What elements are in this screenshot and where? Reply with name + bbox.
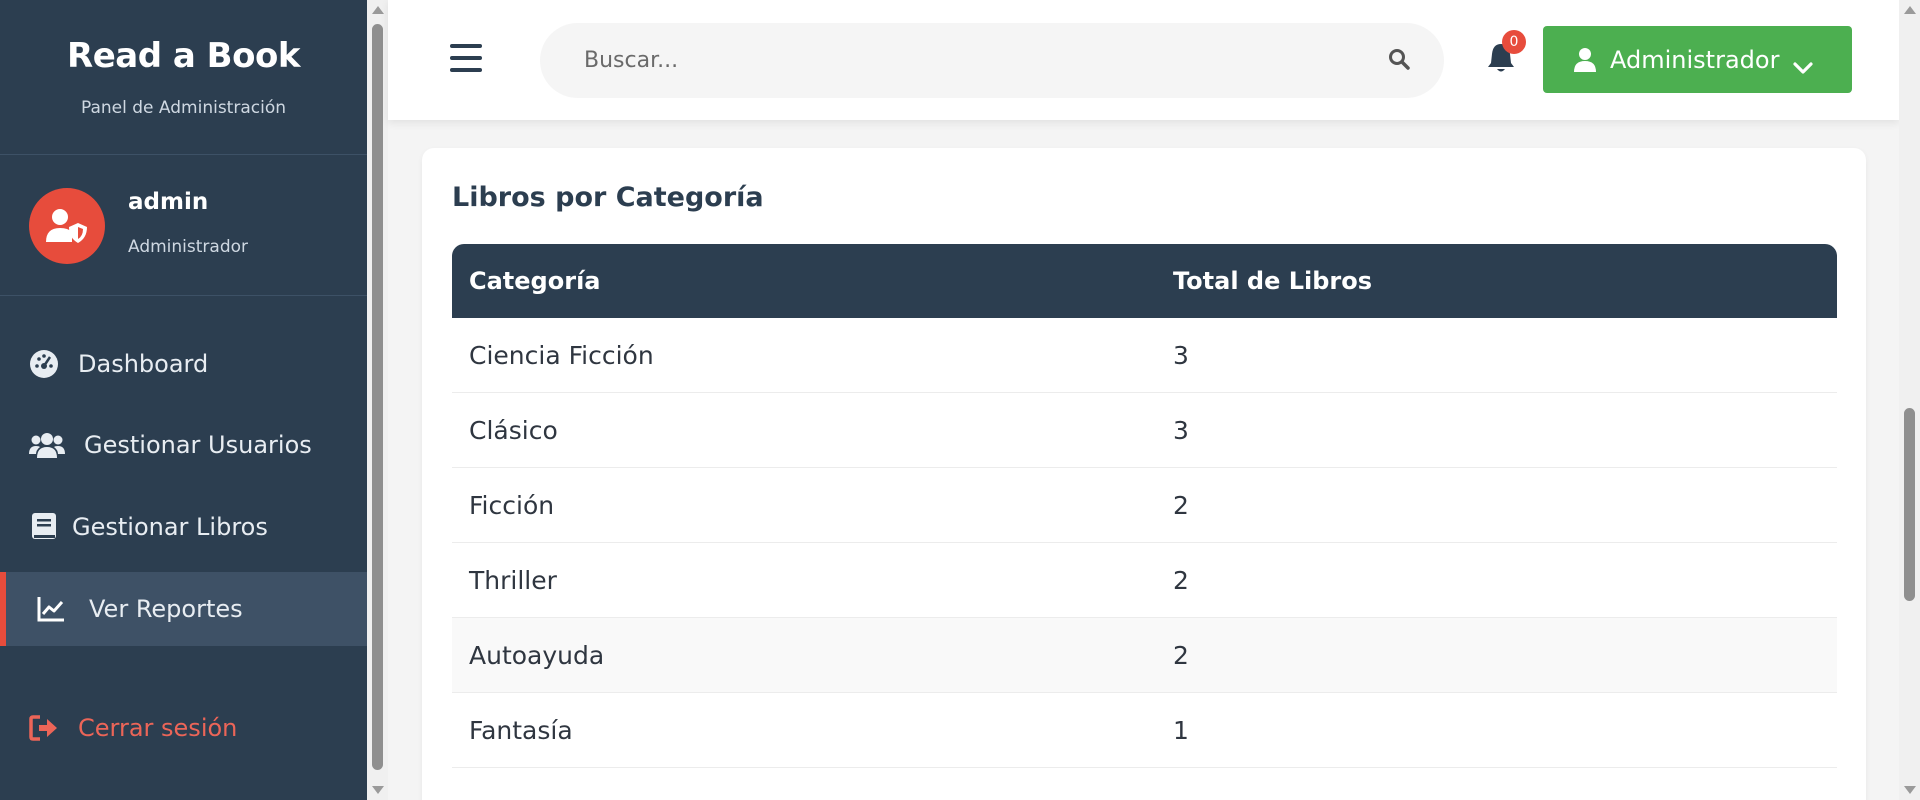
cell-total: 2 bbox=[1173, 490, 1189, 520]
cell-total: 2 bbox=[1173, 640, 1189, 670]
cell-total: 2 bbox=[1173, 565, 1189, 595]
account-menu-button[interactable]: Administrador bbox=[1543, 26, 1852, 93]
cell-category: Clásico bbox=[469, 415, 558, 445]
search-input[interactable] bbox=[540, 23, 1444, 98]
column-header-category: Categoría bbox=[469, 267, 601, 295]
table-header: Categoría Total de Libros bbox=[452, 244, 1837, 318]
sidebar-item-label: Gestionar Libros bbox=[72, 513, 268, 541]
table-row: Ficción 2 bbox=[452, 468, 1837, 543]
scroll-up-arrow-icon[interactable] bbox=[1904, 6, 1916, 14]
brand: Read a Book Panel de Administración bbox=[0, 0, 367, 155]
page-scrollbar[interactable] bbox=[1899, 0, 1920, 800]
sidebar-item-label: Gestionar Usuarios bbox=[84, 431, 312, 459]
user-name: admin bbox=[128, 189, 209, 215]
logout-button[interactable]: Cerrar sesión bbox=[0, 691, 367, 765]
category-table: Categoría Total de Libros Ciencia Ficció… bbox=[452, 244, 1837, 768]
users-icon bbox=[28, 429, 66, 461]
user-profile: admin Administrador bbox=[0, 155, 367, 296]
table-row: Ciencia Ficción 3 bbox=[452, 318, 1837, 393]
table-row: Thriller 2 bbox=[452, 543, 1837, 618]
sidebar-item-dashboard[interactable]: Dashboard bbox=[0, 327, 367, 401]
search-icon[interactable] bbox=[1388, 48, 1412, 72]
cell-category: Fantasía bbox=[469, 715, 573, 745]
user-icon bbox=[1574, 47, 1596, 72]
account-label: Administrador bbox=[1610, 45, 1780, 74]
sidebar-scrollbar[interactable] bbox=[367, 0, 388, 800]
scrollbar-thumb[interactable] bbox=[372, 24, 383, 770]
scroll-down-arrow-icon[interactable] bbox=[1904, 786, 1916, 794]
sidebar-item-books[interactable]: Gestionar Libros bbox=[0, 490, 367, 564]
logout-label: Cerrar sesión bbox=[78, 714, 238, 742]
sidebar-item-users[interactable]: Gestionar Usuarios bbox=[0, 408, 367, 482]
scroll-down-arrow-icon[interactable] bbox=[372, 786, 384, 794]
sidebar-item-reports[interactable]: Ver Reportes bbox=[0, 572, 367, 646]
sidebar: Read a Book Panel de Administración admi… bbox=[0, 0, 367, 800]
table-row: Clásico 3 bbox=[452, 393, 1837, 468]
table-row: Autoayuda 2 bbox=[452, 618, 1837, 693]
scrollbar-thumb[interactable] bbox=[1904, 408, 1915, 601]
dashboard-gauge-icon bbox=[28, 348, 60, 380]
chevron-down-icon bbox=[1793, 53, 1814, 74]
cell-category: Thriller bbox=[469, 565, 557, 595]
cell-total: 1 bbox=[1173, 715, 1189, 745]
sign-out-icon bbox=[28, 712, 60, 744]
sidebar-item-label: Dashboard bbox=[78, 350, 209, 378]
cell-total: 3 bbox=[1173, 415, 1189, 445]
topbar: 0 Administrador bbox=[388, 0, 1899, 120]
cell-category: Ciencia Ficción bbox=[469, 340, 654, 370]
table-row: Fantasía 1 bbox=[452, 693, 1837, 768]
scroll-up-arrow-icon[interactable] bbox=[372, 6, 384, 14]
column-header-total: Total de Libros bbox=[1173, 267, 1373, 295]
cell-category: Ficción bbox=[469, 490, 555, 520]
user-role: Administrador bbox=[128, 237, 249, 257]
report-title: Libros por Categoría bbox=[452, 182, 764, 213]
brand-title: Read a Book bbox=[67, 36, 300, 76]
notification-badge: 0 bbox=[1502, 30, 1526, 54]
menu-toggle-icon[interactable] bbox=[450, 44, 482, 72]
cell-category: Autoayuda bbox=[469, 640, 605, 670]
sidebar-item-label: Ver Reportes bbox=[89, 595, 243, 623]
brand-subtitle: Panel de Administración bbox=[81, 98, 286, 118]
cell-total: 3 bbox=[1173, 340, 1189, 370]
chart-line-icon bbox=[35, 593, 67, 625]
book-icon bbox=[28, 511, 60, 543]
report-card: Libros por Categoría Categoría Total de … bbox=[422, 148, 1866, 800]
user-shield-icon bbox=[29, 188, 105, 264]
